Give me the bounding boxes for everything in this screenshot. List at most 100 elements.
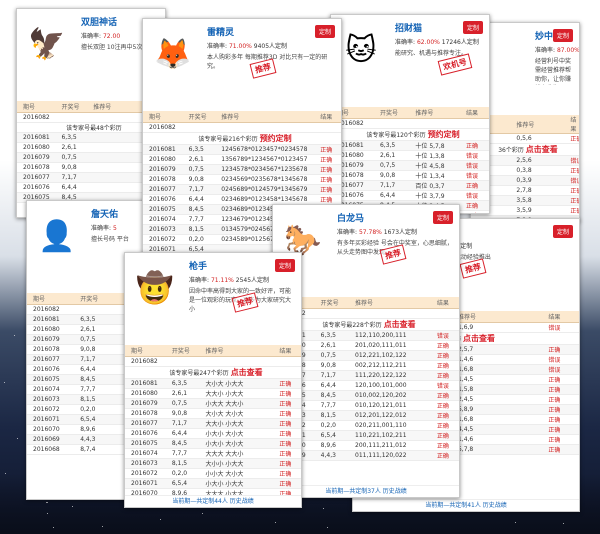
- table-cell: [492, 175, 511, 186]
- expert-name[interactable]: 双胆神话: [81, 15, 117, 28]
- table-cell: 2016077: [143, 184, 183, 195]
- table-row: 2016079 0,7,5 1234578*0234567*1235678 正确: [143, 164, 341, 175]
- promo-cell: 该专家号最247个彩历 点击查看: [125, 366, 301, 379]
- result-cell: 正确: [273, 448, 301, 459]
- table-row: 2016078 9,0,8 0234569*0235678*1345678 正确: [143, 174, 341, 185]
- table-cell: [165, 356, 200, 367]
- table-cell: 7,1,7: [55, 172, 88, 183]
- table-cell: 6,4,4: [373, 190, 410, 201]
- table-cell: 2016074: [27, 384, 75, 395]
- result-cell: 正确: [542, 424, 579, 435]
- result-cell: 正确: [564, 195, 579, 206]
- table-cell: 2016080: [125, 388, 166, 399]
- table-cell: 112,110,200,111: [349, 330, 431, 341]
- history-record-link[interactable]: 历史战绩: [483, 502, 507, 509]
- expert-name[interactable]: 招财猫: [395, 21, 422, 34]
- card-footer: 当前期—共定制41人 历史战绩: [353, 499, 579, 511]
- table-cell: 011,111,120,022: [349, 450, 431, 461]
- table-cell: 8,1,5: [74, 394, 114, 405]
- view-link[interactable]: 点击查看: [526, 145, 558, 154]
- column-header: 推荐号: [87, 101, 139, 113]
- result-cell: 错误: [542, 364, 579, 375]
- view-link[interactable]: 预约定制: [428, 130, 460, 139]
- table-cell: 0245689*0124579*1345679: [215, 184, 315, 195]
- table-row: 2016080 2,6,1 十位 1,3,8 错误: [331, 150, 489, 161]
- table-row: 2016081 6,3,5 1245678*0123457*0234578 正确: [143, 144, 341, 155]
- result-cell: 正确: [542, 434, 579, 445]
- table-cell: 0,7,5: [165, 398, 200, 409]
- column-header: 结果: [542, 311, 579, 323]
- star: [4, 382, 5, 383]
- table-cell: 6,4,4: [74, 364, 114, 375]
- customize-button[interactable]: 定制: [552, 29, 573, 42]
- column-header: 结果: [564, 115, 579, 134]
- view-link[interactable]: 预约定制: [260, 134, 292, 143]
- table-header-row: 期号开奖号推荐号结果: [125, 345, 301, 357]
- table-cell: 2,4,5: [451, 394, 543, 405]
- table-cell: 2016082: [125, 356, 166, 367]
- customize-button[interactable]: 定制: [462, 21, 483, 34]
- table-cell: 2016076: [143, 194, 183, 205]
- history-record-link[interactable]: 历史战绩: [230, 498, 254, 505]
- result-cell: [459, 118, 489, 129]
- expert-name[interactable]: 詹天佑: [91, 207, 118, 220]
- table-cell: [199, 356, 274, 367]
- table-cell: [492, 195, 511, 206]
- customize-button[interactable]: 定制: [552, 225, 573, 238]
- table-cell: 2016076: [125, 428, 166, 439]
- table-cell: 2016075: [125, 438, 166, 449]
- table-cell: 9,0,8: [165, 408, 200, 419]
- column-header: 开奖号: [182, 111, 216, 123]
- table-cell: 6,3,5: [165, 378, 200, 389]
- table-cell: [492, 165, 511, 176]
- table-cell: 7,1,7: [373, 180, 410, 191]
- table-cell: 0,7,5: [182, 164, 216, 175]
- table-cell: 2,6,1: [182, 154, 216, 165]
- expert-name[interactable]: 妙中: [535, 29, 553, 42]
- accuracy-value: 72.00: [102, 33, 121, 40]
- result-cell: 正确: [273, 438, 301, 449]
- result-cell: 错误: [564, 175, 579, 186]
- expert-intro: 经营利号中奖需经营推荐帮助你，让你赚钱在此期: [535, 58, 572, 83]
- table-cell: [492, 205, 511, 216]
- view-link[interactable]: 点击查看: [384, 320, 416, 329]
- table-cell: 1,4,6: [451, 434, 543, 445]
- result-cell: 错误: [459, 150, 489, 161]
- table-cell: 0,2,0: [74, 404, 114, 415]
- table-cell: [314, 308, 350, 319]
- table-cell: 2016077: [17, 172, 56, 183]
- table-cell: [74, 304, 114, 315]
- view-link[interactable]: 点击查看: [463, 334, 495, 343]
- table-row: 2016078 9,0,8 大小大 大小大 正确: [125, 408, 301, 419]
- expert-name[interactable]: 白龙马: [337, 211, 364, 224]
- customize-button[interactable]: 定制: [432, 211, 453, 224]
- result-cell: 正确: [564, 165, 579, 176]
- star: [160, 519, 161, 520]
- table-row: 2016075 8,4,5 小大小 大小大 正确: [125, 438, 301, 449]
- result-cell: 错误: [430, 330, 459, 341]
- table-header-row: 期号开奖号推荐号结果: [331, 107, 489, 119]
- result-cell: 错误: [542, 354, 579, 365]
- customize-button[interactable]: 定制: [274, 259, 295, 272]
- promo-row: 该专家号最216个彩历 预约定制: [143, 132, 341, 145]
- accuracy-stats: 准确率: 57.78% 1673人定制: [337, 227, 417, 236]
- expert-name[interactable]: 雷精灵: [207, 25, 234, 38]
- table-row: 2016082: [143, 122, 341, 133]
- table-cell: 2016074: [143, 214, 183, 225]
- customize-button[interactable]: 定制: [314, 25, 335, 38]
- table-cell: 010,120,121,011: [349, 400, 431, 411]
- column-header: 推荐号: [451, 311, 543, 323]
- result-cell: 正确: [542, 384, 579, 395]
- expert-card-qiangshou: 🤠 枪手 定制 准确率: 71.11% 2545人定制 因命中率高得到大家的一致好评，可…: [124, 252, 302, 508]
- accuracy-label: 准确率:: [207, 43, 228, 50]
- star: [72, 506, 73, 507]
- table-cell: [87, 162, 139, 173]
- table-cell: 0,7,5: [373, 160, 410, 171]
- expert-name[interactable]: 枪手: [189, 259, 207, 272]
- history-record-link[interactable]: 历史战绩: [383, 488, 407, 495]
- table-cell: 大大小 小大大: [199, 388, 274, 399]
- table-cell: 8,1,5: [165, 458, 200, 469]
- table-cell: 0,2,0: [165, 468, 200, 479]
- result-cell: 正确: [542, 344, 579, 355]
- view-link[interactable]: 点击查看: [231, 368, 263, 377]
